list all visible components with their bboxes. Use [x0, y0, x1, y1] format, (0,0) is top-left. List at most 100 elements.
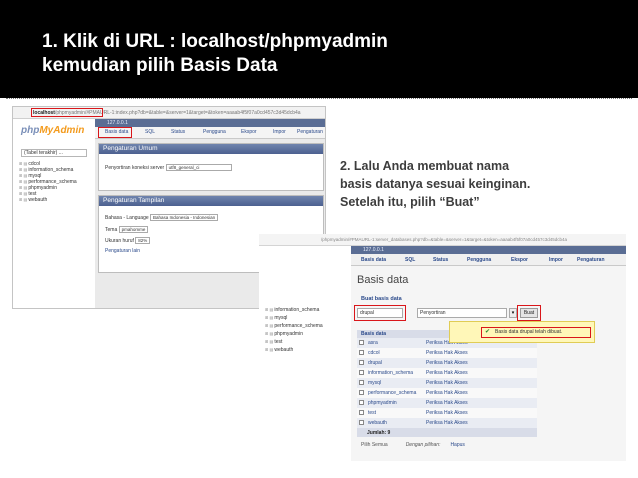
recent-table-select[interactable]: (Tabel terakhir) ...	[21, 149, 87, 157]
chevron-down-icon[interactable]: ▾	[509, 308, 517, 318]
database-tree: information_schemamysqlperformance_schem…	[265, 306, 323, 354]
check-privileges-link[interactable]: Periksa Hak Akses	[426, 390, 468, 396]
table-row: drupal Periksa Hak Akses	[357, 358, 537, 368]
success-notice-text: Basis data drupal telah dibuat.	[495, 329, 563, 335]
check-icon: ✔	[485, 329, 491, 335]
sidebar-db-item[interactable]: information_schema	[265, 306, 323, 314]
row-checkbox[interactable]	[359, 400, 364, 406]
tab-sql[interactable]: SQL	[405, 257, 415, 263]
tab-sql[interactable]: SQL	[145, 129, 155, 135]
sidebar-db-item[interactable]: performance_schema	[265, 322, 322, 330]
select-all-link[interactable]: Pilih Semua	[361, 442, 388, 448]
database-name-link[interactable]: test	[368, 410, 426, 416]
table-row: cdcol Periksa Hak Akses	[357, 348, 537, 358]
sidebar-db-item[interactable]: webauth	[19, 197, 77, 203]
tab-ekspor[interactable]: Ekspor	[241, 129, 257, 135]
dotted-divider	[6, 98, 632, 100]
with-selected-label: Dengan pilihan:	[405, 442, 441, 448]
check-privileges-link[interactable]: Periksa Hak Akses	[426, 420, 468, 426]
row-checkbox[interactable]	[359, 410, 364, 416]
instruction-line-2: basis datanya sesuai keinginan.	[340, 177, 531, 191]
database-tree: cdcolinformation_schemamysqlperformance_…	[19, 161, 77, 203]
title-bar: 1. Klik di URL : localhost/phpmyadmin ke…	[0, 0, 638, 98]
instruction-line-1: 2. Lalu Anda membuat nama	[340, 159, 510, 173]
server-crumb[interactable]: 127.0.0.1	[107, 120, 128, 126]
tab-ekspor[interactable]: Ekspor	[511, 257, 528, 263]
row-checkbox[interactable]	[359, 340, 364, 346]
sidebar-db-item[interactable]: test	[265, 338, 323, 346]
language-row: Bahasa - Language Bahasa Indonesia - Ind…	[105, 214, 219, 221]
database-name-link[interactable]: cdcol	[368, 350, 426, 356]
tab-basis-data[interactable]: Basis data	[361, 257, 386, 263]
collation-row: Penyortiran koneksi server utf8_general_…	[105, 164, 232, 171]
breadcrumb: 127.0.0.1	[351, 246, 626, 254]
tab-pengguna[interactable]: Pengguna	[203, 129, 226, 135]
check-privileges-link[interactable]: Periksa Hak Akses	[426, 400, 468, 406]
database-name-link[interactable]: mysql	[368, 380, 426, 386]
url-highlight-box	[31, 108, 103, 117]
row-checkbox[interactable]	[359, 360, 364, 366]
tab-highlight-box	[98, 127, 132, 138]
table-row: information_schema Periksa Hak Akses	[357, 368, 537, 378]
address-bar[interactable]: /phpmyadmin/#PMAURL-1:server_databases.p…	[259, 234, 626, 246]
tab-pengaturan[interactable]: Pengaturan	[577, 257, 605, 263]
row-checkbox[interactable]	[359, 380, 364, 386]
tab-impor[interactable]: Impor	[273, 129, 286, 135]
check-privileges-link[interactable]: Periksa Hak Akses	[426, 370, 468, 376]
display-settings-header: Pengaturan Tampilan	[99, 196, 323, 206]
theme-select[interactable]: pmahomme	[118, 226, 149, 233]
row-checkbox[interactable]	[359, 370, 364, 376]
theme-row: Tema pmahomme	[105, 226, 149, 233]
create-database-label: Buat basis data	[361, 296, 402, 302]
row-checkbox[interactable]	[359, 390, 364, 396]
tab-bar: Basis data SQL Status Pengguna Ekspor Im…	[95, 127, 325, 139]
row-checkbox[interactable]	[359, 420, 364, 426]
screenshot-create-database: /phpmyadmin/#PMAURL-1:server_databases.p…	[259, 234, 626, 461]
check-privileges-link[interactable]: Periksa Hak Akses	[426, 360, 468, 366]
table-row: test Periksa Hak Akses	[357, 408, 537, 418]
breadcrumb: 127.0.0.1	[95, 119, 325, 127]
slide: 1. Klik di URL : localhost/phpmyadmin ke…	[0, 0, 638, 478]
fontsize-select[interactable]: 82%	[135, 237, 151, 244]
collation-select[interactable]: utf8_general_ci	[165, 164, 232, 171]
tab-bar: Basis data SQL Status Pengguna Ekspor Im…	[351, 254, 626, 266]
sidebar-db-item[interactable]: webauth	[265, 346, 323, 354]
input-highlight-box	[354, 305, 406, 321]
server-crumb[interactable]: 127.0.0.1	[363, 247, 384, 253]
sidebar-db-item[interactable]: mysql	[265, 314, 323, 322]
bulk-actions-bar: Pilih Semua Dengan pilihan: Hapus	[361, 442, 465, 448]
more-settings-link[interactable]: Pengaturan lain	[105, 248, 140, 254]
database-name-link[interactable]: performance_schema	[368, 390, 426, 396]
database-name-link[interactable]: information_schema	[368, 370, 426, 376]
check-privileges-link[interactable]: Periksa Hak Akses	[426, 350, 468, 356]
main-panel: 127.0.0.1 Basis data SQL Status Pengguna…	[351, 246, 626, 461]
fontsize-label: Ukuran huruf	[105, 237, 134, 244]
database-name-link[interactable]: webauth	[368, 420, 426, 426]
logo-php: php	[21, 125, 40, 136]
check-privileges-link[interactable]: Periksa Hak Akses	[426, 410, 468, 416]
theme-label: Tema	[105, 226, 118, 233]
table-row: webauth Periksa Hak Akses	[357, 418, 537, 428]
check-privileges-link[interactable]: Periksa Hak Akses	[426, 380, 468, 386]
sidebar-db-item[interactable]: phpmyadmin	[265, 330, 323, 338]
tab-pengaturan[interactable]: Pengaturan	[297, 129, 323, 135]
language-select[interactable]: Bahasa Indonesia - Indonesian	[150, 214, 219, 221]
instruction-line-3: Setelah itu, pilih “Buat”	[340, 195, 480, 209]
database-name-link[interactable]: phpmyadmin	[368, 400, 426, 406]
database-name-link[interactable]: asra	[368, 340, 426, 346]
drop-link[interactable]: Hapus	[450, 442, 464, 448]
database-name-link[interactable]: drupal	[368, 360, 426, 366]
table-total: Jumlah: 9	[357, 428, 537, 437]
tab-status[interactable]: Status	[171, 129, 185, 135]
tab-pengguna[interactable]: Pengguna	[467, 257, 491, 263]
table-row: performance_schema Periksa Hak Akses	[357, 388, 537, 398]
fontsize-row: Ukuran huruf 82%	[105, 237, 151, 244]
title-line-2: kemudian pilih Basis Data	[42, 55, 278, 76]
sidebar: phpMyAdmin (Tabel terakhir) ... cdcolinf…	[13, 119, 95, 308]
collation-label: Penyortiran koneksi server	[105, 164, 165, 171]
tab-impor[interactable]: Impor	[549, 257, 563, 263]
button-highlight-box	[517, 305, 541, 321]
collation-select[interactable]: Penyortiran	[417, 308, 507, 318]
row-checkbox[interactable]	[359, 350, 364, 356]
tab-status[interactable]: Status	[433, 257, 448, 263]
